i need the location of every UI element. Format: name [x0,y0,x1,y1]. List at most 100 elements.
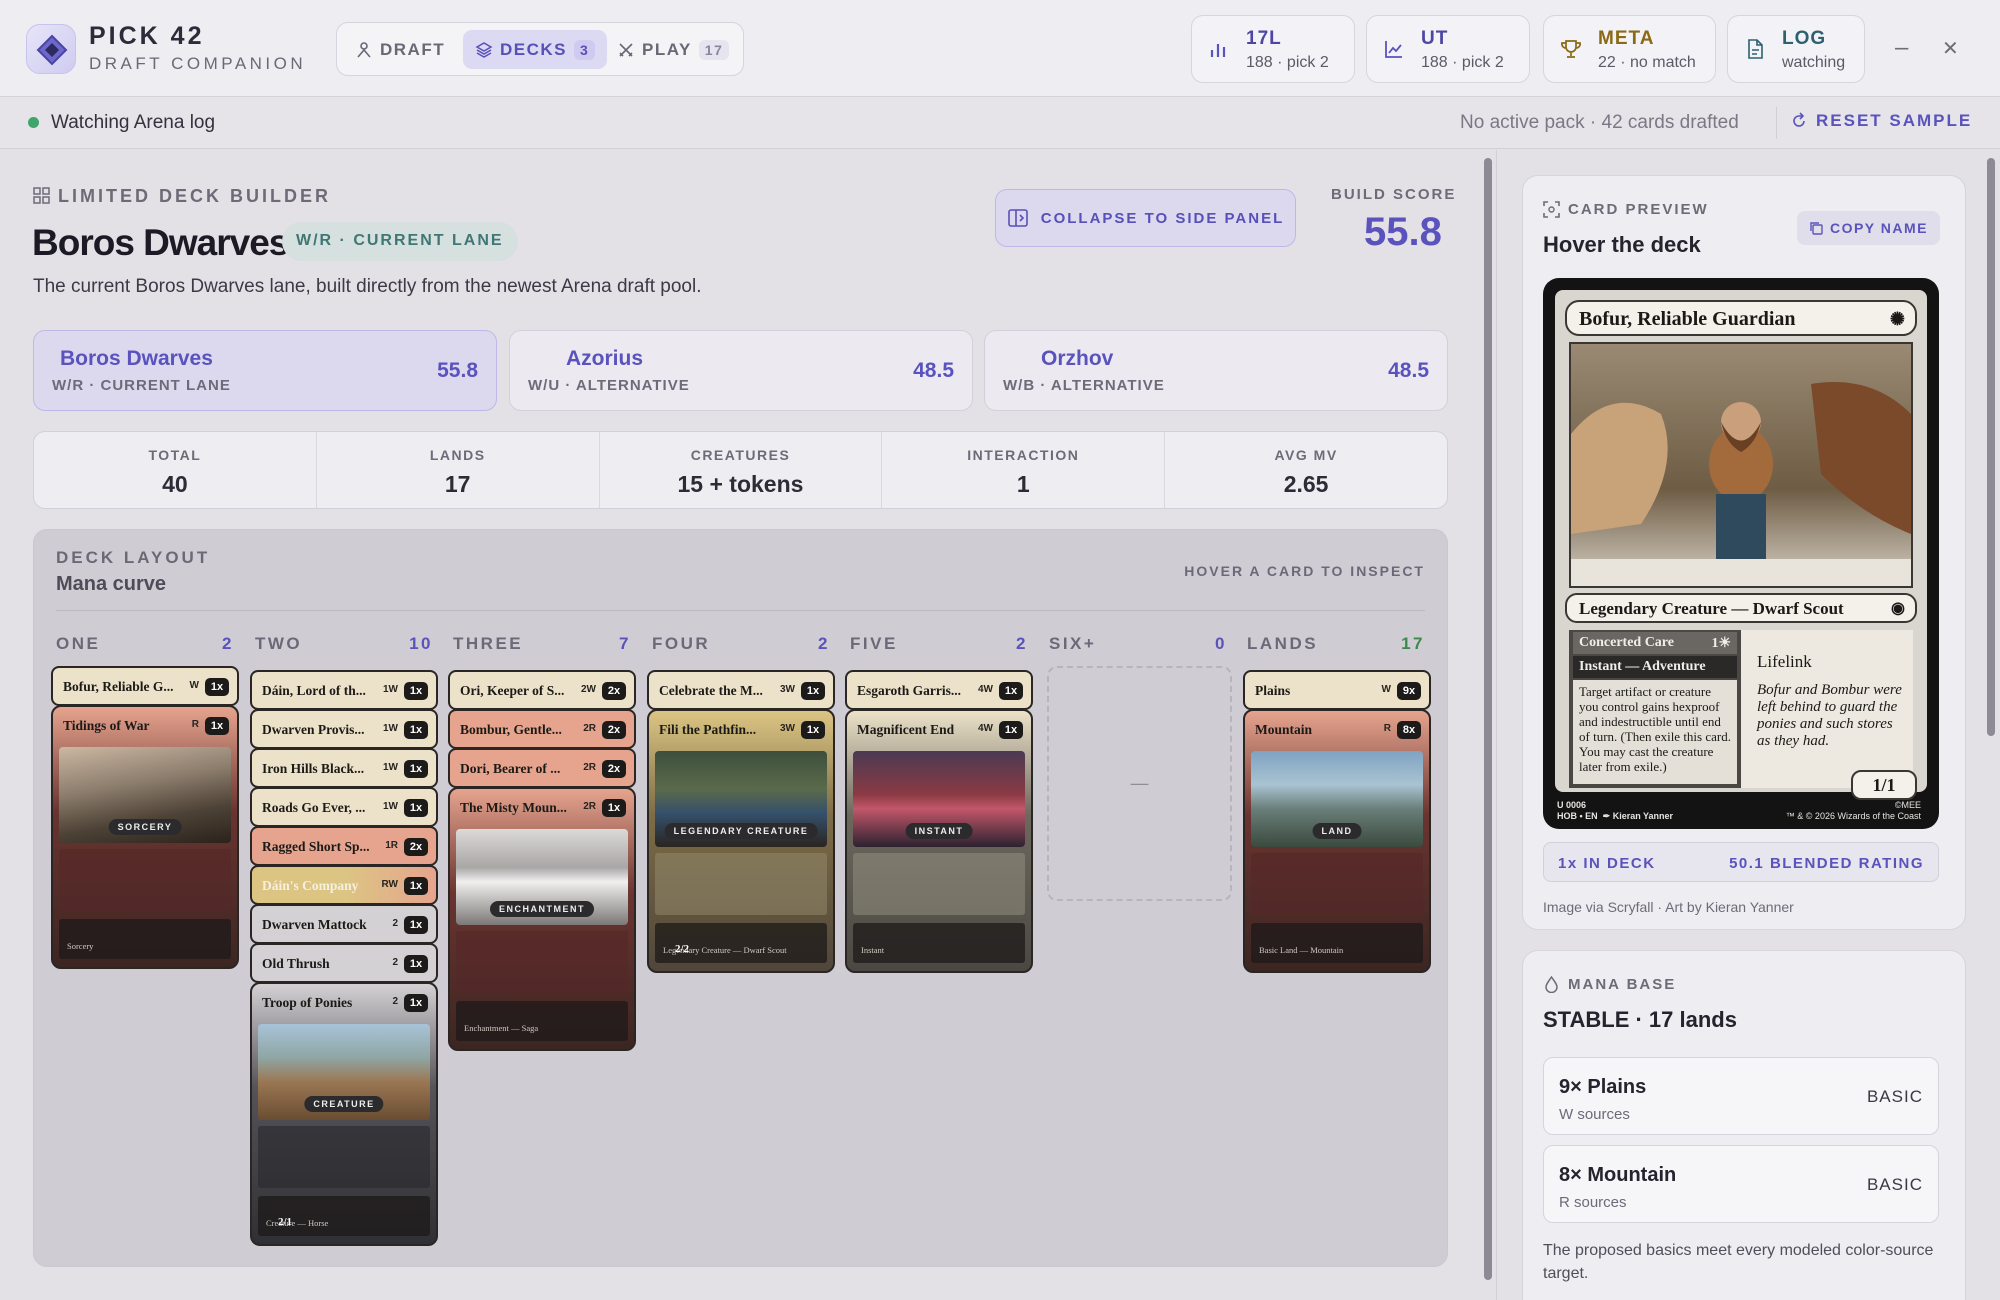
card-dwarven-provisions[interactable]: Dwarven Provis... 1W 1x [250,709,438,749]
card-cost: RW [381,879,398,890]
adventure-type: Instant — Adventure [1573,656,1737,678]
lane-card-azorius[interactable]: Azorius W/U · ALTERNATIVE 48.5 [509,330,973,411]
card-name: Bofur, Reliable G... [63,679,174,694]
line-chart-icon [1385,41,1402,58]
card-preview-panel: CARD PREVIEW Hover the deck COPY NAME Bo… [1522,175,1966,930]
card-dain-lord[interactable]: Dáin, Lord of th... 1W 1x [250,670,438,710]
card-ragged-short-spear[interactable]: Ragged Short Sp... 1R 2x [250,826,438,866]
collapse-to-side-panel-button[interactable]: COLLAPSE TO SIDE PANEL [995,189,1296,247]
meta-button[interactable]: META 22 · no match [1543,15,1716,83]
card-dori[interactable]: Dori, Bearer of ... 2R 2x [448,748,636,788]
image-credit: Image via Scryfall · Art by Kieran Yanne… [1543,899,1794,915]
status-dot [28,117,39,128]
card-troop-of-ponies[interactable]: Troop of Ponies 2 1x CREATURE Creature — H… [250,982,438,1246]
column-name: THREE [453,634,524,653]
card-type-text: Instant [861,945,885,955]
lane-name: Azorius [566,347,644,370]
column-five-stack: Esgaroth Garris... 4W 1x Magnificent End 4W… [845,670,1033,973]
log-button[interactable]: LOG watching [1727,15,1865,83]
card-type-badge: SORCERY [108,819,182,835]
card-qty: 8x [1397,721,1421,739]
column-name: SIX+ [1049,634,1097,653]
card-name: Dori, Bearer of ... [460,761,561,776]
card-esgaroth[interactable]: Esgaroth Garris... 4W 1x [845,670,1033,710]
card-cost: 2 [392,996,398,1007]
rating-17l-title: 17L [1246,28,1282,49]
card-dains-company[interactable]: Dáin's Company RW 1x [250,865,438,905]
card-fili[interactable]: Fili the Pathfin... 3W 1x LEGENDARY CREATU… [647,709,835,973]
card-frame: Bofur, Reliable Guardian ✺ Legendary Cre… [1555,290,1927,792]
mana-row-mountain: 8× Mountain R sources BASIC [1543,1145,1939,1223]
card-roads-go-ever[interactable]: Roads Go Ever, ... 1W 1x [250,787,438,827]
card-tidings-of-war[interactable]: Tidings of War R 1x SORCERY Sorcery [51,705,239,969]
reset-sample-button[interactable]: RESET SAMPLE [1790,111,1972,131]
column-count: 17 [1401,634,1425,653]
stat-lands: LANDS 17 [317,432,600,508]
column-count: 2 [222,634,234,653]
lane-card-boros[interactable]: Boros Dwarves W/R · CURRENT LANE 55.8 [33,330,497,411]
mana-row-kind: BASIC [1866,1175,1923,1194]
main-scrollbar[interactable] [1484,158,1492,1280]
tab-decks[interactable]: DECKS 3 [463,30,608,69]
column-name: ONE [56,634,101,653]
mana-row-kind: BASIC [1866,1087,1923,1106]
lane-card-orzhov[interactable]: Orzhov W/B · ALTERNATIVE 48.5 [984,330,1448,411]
card-cost: 2 [392,957,398,968]
card-bombur[interactable]: Bombur, Gentle... 2R 2x [448,709,636,749]
scan-icon [1543,201,1560,218]
card-title-text: Bofur, Reliable Guardian [1579,308,1796,330]
card-type-line: Enchantment — Saga [456,1001,628,1041]
column-four-header: FOUR 2 [652,634,834,654]
in-deck-count: 1x IN DECK [1558,855,1656,872]
tab-play[interactable]: PLAY 17 [605,30,741,69]
card-bofur[interactable]: Bofur, Reliable G... W 1x [51,666,239,706]
grid-icon [33,187,50,204]
deck-stats: TOTAL 40 LANDS 17 CREATURES 15 + tokens INT… [33,431,1448,509]
layers-icon [475,41,493,58]
card-type-badge: CREATURE [304,1096,384,1112]
stat-value: 40 [162,471,188,497]
card-text-box [655,853,827,915]
card-art: SORCERY [59,747,231,843]
mana-row-name: 9× Plains [1559,1076,1647,1098]
minimize-button[interactable]: – [1895,34,1908,62]
close-button[interactable]: ✕ [1942,36,1959,61]
card-celebrate[interactable]: Celebrate the M... 3W 1x [647,670,835,710]
card-type-badge: INSTANT [905,823,973,839]
card-misty-mountains[interactable]: The Misty Moun... 2R 1x ENCHANTMENT Enchan… [448,787,636,1051]
draft-status: No active pack · 42 cards drafted [1460,112,1739,133]
card-art-illustration [1571,344,1911,586]
card-qty: 1x [801,682,825,700]
card-info-bar: 1x IN DECK 50.1 BLENDED RATING [1543,842,1939,882]
tab-draft-label: DRAFT [380,39,446,59]
card-plains[interactable]: Plains W 9x [1243,670,1431,710]
app-subtitle: DRAFT COMPANION [89,54,307,73]
copy-name-button[interactable]: COPY NAME [1797,211,1940,245]
card-iron-hills[interactable]: Iron Hills Black... 1W 1x [250,748,438,788]
rating-ut-title: UT [1421,28,1449,49]
card-name: Magnificent End [857,722,955,737]
rating-17l-button[interactable]: 17L 188 · pick 2 [1191,15,1355,83]
stat-value: 15 + tokens [677,471,804,497]
set-symbol-icon: ◉ [1891,600,1905,617]
card-type-badge: LAND [1312,823,1362,839]
card-art: LAND [1251,751,1423,847]
tab-decks-label: DECKS [500,39,568,59]
card-mountain[interactable]: Mountain R 8x LAND Basic Land — Mountain [1243,709,1431,973]
card-ori[interactable]: Ori, Keeper of S... 2W 2x [448,670,636,710]
column-one-header: ONE 2 [56,634,238,654]
card-qty: 1x [404,877,428,895]
card-dwarven-mattock[interactable]: Dwarven Mattock 2 1x [250,904,438,944]
side-scrollbar[interactable] [1987,158,1995,736]
tab-draft[interactable]: DRAFT [343,30,457,69]
card-preview-image: Bofur, Reliable Guardian ✺ Legendary Cre… [1543,278,1939,829]
card-name: Iron Hills Black... [262,761,365,776]
rating-ut-button[interactable]: UT 188 · pick 2 [1366,15,1530,83]
card-old-thrush[interactable]: Old Thrush 2 1x [250,943,438,983]
column-one-stack: Bofur, Reliable G... W 1x Tidings of War R 1… [51,666,239,969]
card-name: Dáin's Company [262,878,359,893]
build-score: 55.8 [1364,210,1442,254]
droplet-icon [1545,976,1558,993]
rating-ut-sub: 188 · pick 2 [1421,54,1504,71]
card-magnificent-end[interactable]: Magnificent End 4W 1x INSTANT Instant [845,709,1033,973]
